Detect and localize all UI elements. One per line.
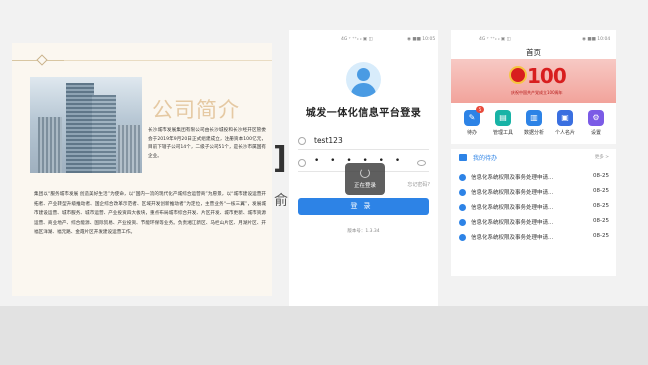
toolbox-icon: ▤ (495, 110, 511, 126)
version-label: 版本号：1.3.34 (347, 229, 380, 234)
decorative-diamond-icon (36, 54, 48, 66)
loading-text: 正在登录 (353, 183, 376, 189)
status-bar-signal: 4G ᵛ ⁺⁺ᵢₗ ᵢₗ ▣ ◫ (341, 37, 373, 42)
doc-icon (459, 204, 466, 211)
eye-icon[interactable] (417, 160, 426, 166)
page-title: 首页 (526, 48, 541, 57)
quick-item-settings[interactable]: ⚙ 设置 (581, 110, 611, 140)
login-button[interactable]: 登录 (298, 198, 429, 215)
doc-icon (459, 174, 466, 181)
list-item-text: 信息化系统权限及事务处理申请... (471, 190, 554, 196)
footer-band (0, 306, 648, 365)
list-item-text: 信息化系统权限及事务处理申请... (471, 175, 554, 181)
more-link[interactable]: 更多 > (595, 154, 609, 160)
doc-icon (459, 234, 466, 241)
profile-paragraph: 集团以“服务城市发展 创造美好生活”为使命，以“国内一流的现代化产城综合运营商”… (34, 192, 266, 236)
todo-header: 我的待办 更多 > (459, 152, 609, 164)
background-text: 俞 (274, 193, 288, 209)
user-icon (298, 137, 306, 145)
list-icon (459, 154, 467, 161)
company-profile-panel: 公司简介 长沙城市发展集团有限公司由长沙城投和长沙经开区管委会于2019年9月2… (12, 43, 272, 296)
doc-icon (459, 219, 466, 226)
quick-actions: ✎ 5 待办 ▤ 管理工具 ▥ 数据分析 ▣ 个人名片 ⚙ 设置 (457, 106, 612, 140)
building-photo (30, 77, 142, 173)
list-item-date: 08-25 (593, 203, 609, 209)
username-value: test123 (314, 136, 343, 145)
party-emblem-icon (509, 66, 527, 84)
list-item[interactable]: 信息化系统权限及事务处理申请... 08-25 (459, 186, 609, 199)
chart-icon: ▥ (526, 110, 542, 126)
username-field[interactable]: test123 (298, 134, 429, 150)
quick-item-todo[interactable]: ✎ 5 待办 (457, 106, 487, 140)
doc-icon (459, 189, 466, 196)
quick-item-tools[interactable]: ▤ 管理工具 (488, 110, 518, 140)
profile-title: 公司简介 (152, 98, 240, 122)
todo-title: 我的待办 (473, 155, 498, 162)
section-divider (451, 144, 616, 149)
list-item[interactable]: 信息化系统权限及事务处理申请... 08-25 (459, 231, 609, 244)
list-item-date: 08-25 (593, 173, 609, 179)
loading-toast: 正在登录 (345, 163, 385, 195)
forgot-password-link[interactable]: 忘记密码? (407, 181, 430, 188)
background-text: ] (273, 141, 287, 176)
list-item-text: 信息化系统权限及事务处理申请... (471, 220, 554, 226)
list-item-date: 08-25 (593, 218, 609, 224)
lock-icon (298, 159, 306, 167)
status-bar-signal: 4G ᵛ ⁺⁺ᵢₗ ᵢₗ ▣ ◫ (479, 37, 511, 42)
slide-canvas: 公司简介 长沙城市发展集团有限公司由长沙城投和长沙经开区管委会于2019年9月2… (0, 0, 648, 365)
quick-item-label: 设置 (590, 130, 601, 136)
list-item-text: 信息化系统权限及事务处理申请... (471, 235, 554, 241)
banner-image[interactable]: 100 庆祝中国共产党成立100周年 (451, 59, 616, 103)
banner-number: 100 (527, 64, 567, 88)
list-item-date: 08-25 (593, 233, 609, 239)
count-badge: 5 (476, 106, 484, 113)
quick-item-card[interactable]: ▣ 个人名片 (550, 110, 580, 140)
login-screen: 4G ᵛ ⁺⁺ᵢₗ ᵢₗ ▣ ◫ ◉ ■■ 10:05 城发一体化信息平台登录 … (289, 30, 438, 306)
quick-item-analytics[interactable]: ▥ 数据分析 (519, 110, 549, 140)
login-title: 城发一体化信息平台登录 (305, 108, 422, 119)
banner-subtitle: 庆祝中国共产党成立100周年 (511, 90, 563, 95)
status-bar-time: ◉ ■■ 10:04 (582, 37, 611, 42)
list-item-date: 08-25 (593, 188, 609, 194)
spinner-icon (360, 168, 370, 178)
list-item[interactable]: 信息化系统权限及事务处理申请... 08-25 (459, 216, 609, 229)
decorative-line (64, 60, 272, 61)
profile-paragraph: 长沙城市发展集团有限公司由长沙城投和长沙经开区管委会于2019年9月20日正式组… (148, 128, 266, 159)
list-item[interactable]: 信息化系统权限及事务处理申请... 08-25 (459, 171, 609, 184)
list-item[interactable]: 信息化系统权限及事务处理申请... 08-25 (459, 201, 609, 214)
list-item-text: 信息化系统权限及事务处理申请... (471, 205, 554, 211)
avatar (346, 62, 381, 97)
gear-icon: ⚙ (588, 110, 604, 126)
id-card-icon: ▣ (557, 110, 573, 126)
home-screen: 4G ᵛ ⁺⁺ᵢₗ ᵢₗ ▣ ◫ ◉ ■■ 10:04 首页 100 庆祝中国共… (451, 30, 616, 276)
status-bar-time: ◉ ■■ 10:05 (407, 37, 436, 42)
